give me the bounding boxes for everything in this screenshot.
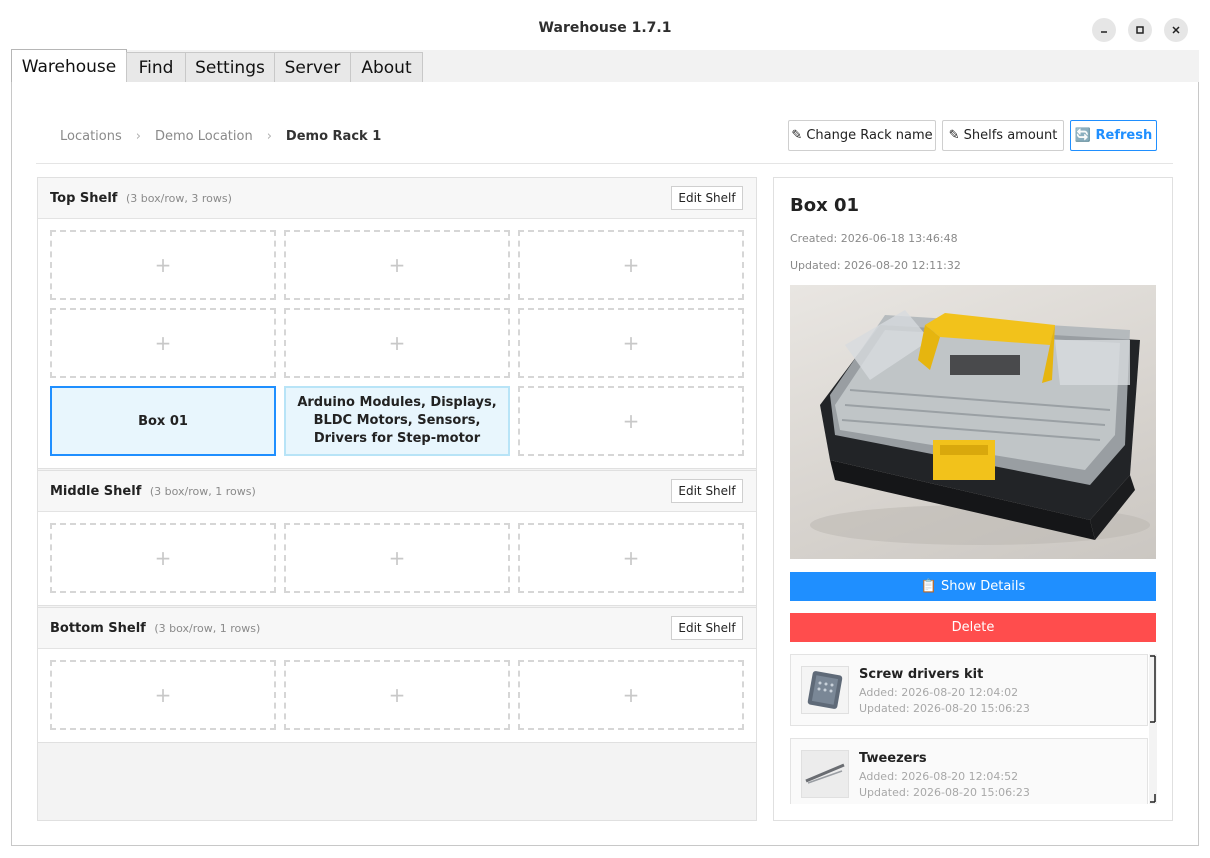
window-title: Warehouse 1.7.1 [538,20,672,36]
refresh-button[interactable]: 🔄 Refresh [1070,120,1157,151]
empty-slot[interactable]: + [518,230,744,300]
item-list: Screw drivers kit Added: 2026-08-20 12:0… [790,654,1156,804]
edit-shelf-button[interactable]: Edit Shelf [671,616,743,640]
empty-slot[interactable]: + [50,660,276,730]
item-added: Added: 2026-08-20 12:04:02 [859,686,1019,699]
scrollbar-track [1149,654,1157,804]
shelf-meta: (3 box/row, 1 rows) [154,622,261,635]
created-date: Created: 2026-06-18 13:46:48 [790,232,958,245]
breadcrumb-separator: › [135,129,141,144]
empty-slot[interactable]: + [284,308,510,378]
breadcrumb: Locations › Demo Location › Demo Rack 1 [60,129,381,144]
item-thumbnail [801,750,849,798]
tweezers-icon [802,751,848,797]
title-bar: Warehouse 1.7.1 [0,0,1210,50]
item-updated: Updated: 2026-08-20 15:06:23 [859,786,1030,799]
shelf-header: Middle Shelf (3 box/row, 1 rows) Edit Sh… [38,471,756,512]
close-icon [1172,26,1180,34]
close-button[interactable] [1164,18,1188,42]
minimize-button[interactable] [1092,18,1116,42]
item-name: Screw drivers kit [859,667,984,682]
show-details-button[interactable]: 📋 Show Details [790,572,1156,601]
empty-slot[interactable]: + [284,230,510,300]
tab-server[interactable]: Server [274,52,351,83]
breadcrumb-current: Demo Rack 1 [285,129,382,144]
divider [36,163,1173,164]
empty-slot[interactable]: + [518,386,744,456]
edit-shelf-button[interactable]: Edit Shelf [671,186,743,210]
empty-slot[interactable]: + [284,523,510,593]
maximize-button[interactable] [1128,18,1152,42]
empty-slot[interactable]: + [518,523,744,593]
box-slot[interactable]: Arduino Modules, Displays, BLDC Motors, … [284,386,510,456]
edit-shelf-button[interactable]: Edit Shelf [671,479,743,503]
breadcrumb-location[interactable]: Demo Location [155,129,253,144]
empty-slot[interactable]: + [518,660,744,730]
box-slot-selected[interactable]: Box 01 [50,386,276,456]
breadcrumb-separator: › [266,129,272,144]
change-rack-name-button[interactable]: ✎ Change Rack name [788,120,936,151]
empty-slot[interactable]: + [518,308,744,378]
tab-bar: Warehouse Find Settings Server About [11,49,1199,84]
item-name: Tweezers [859,751,927,766]
shelf-header: Bottom Shelf (3 box/row, 1 rows) Edit Sh… [38,608,756,649]
tab-warehouse[interactable]: Warehouse [11,49,127,84]
tab-about[interactable]: About [350,52,423,83]
list-item[interactable]: Screw drivers kit Added: 2026-08-20 12:0… [790,654,1148,726]
shelf-name: Top Shelf [50,191,118,206]
item-list-scrollbar[interactable] [1149,654,1157,804]
box-photo [790,285,1156,559]
tab-settings[interactable]: Settings [185,52,275,83]
minimize-icon [1101,31,1107,33]
item-thumbnail [801,666,849,714]
screwdriver-kit-icon [802,667,848,713]
shelf-meta: (3 box/row, 1 rows) [149,485,256,498]
shelf-name: Middle Shelf [50,484,142,499]
delete-button[interactable]: Delete [790,613,1156,642]
item-updated: Updated: 2026-08-20 15:06:23 [859,702,1030,715]
shelfs-amount-button[interactable]: ✎ Shelfs amount [942,120,1064,151]
empty-slot[interactable]: + [50,308,276,378]
list-item[interactable]: Tweezers Added: 2026-08-20 12:04:52 Upda… [790,738,1148,804]
box-title: Box 01 [790,195,860,216]
shelf-meta: (3 box/row, 3 rows) [125,192,232,205]
updated-date: Updated: 2026-08-20 12:11:32 [790,259,961,272]
empty-slot[interactable]: + [50,230,276,300]
empty-slot[interactable]: + [50,523,276,593]
toolbox-image [810,310,1150,545]
shelf-name: Bottom Shelf [50,621,146,636]
shelf-header: Top Shelf (3 box/row, 3 rows) Edit Shelf [38,178,756,219]
breadcrumb-locations[interactable]: Locations [60,129,122,144]
item-added: Added: 2026-08-20 12:04:52 [859,770,1019,783]
tab-find[interactable]: Find [126,52,186,83]
maximize-icon [1136,26,1144,34]
empty-slot[interactable]: + [284,660,510,730]
